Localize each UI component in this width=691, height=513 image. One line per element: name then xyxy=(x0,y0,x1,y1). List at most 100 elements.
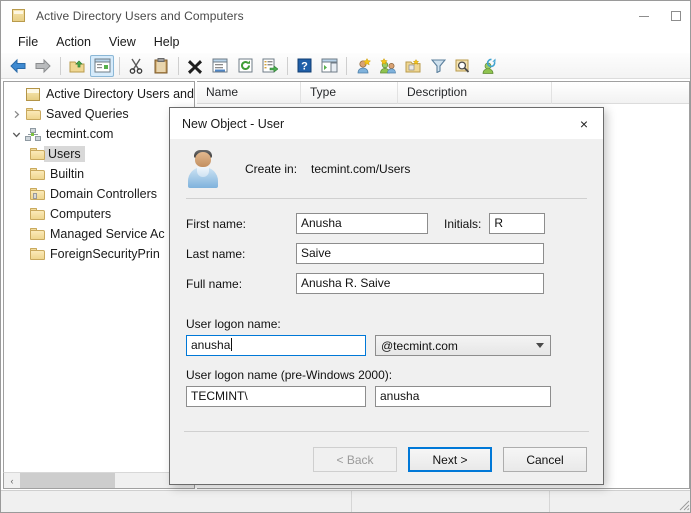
expander-none-icon xyxy=(8,86,24,102)
console-tree-pane: Active Directory Users and Com Saved Que… xyxy=(3,81,195,489)
column-header-type[interactable]: Type xyxy=(301,82,398,104)
delete-icon[interactable] xyxy=(183,55,207,77)
divider-bottom xyxy=(184,431,589,432)
tree-item-label: Saved Queries xyxy=(46,107,129,121)
first-name-input[interactable]: Anusha xyxy=(296,213,428,234)
refresh-icon[interactable] xyxy=(233,55,257,77)
window-controls xyxy=(628,1,691,31)
tree-item-label: Computers xyxy=(50,207,111,221)
cut-icon[interactable] xyxy=(124,55,148,77)
scroll-track[interactable] xyxy=(20,473,178,488)
user-avatar-icon xyxy=(186,150,220,188)
user-logon-name-input[interactable]: anusha xyxy=(186,335,366,356)
menu-bar: File Action View Help xyxy=(1,31,691,53)
new-user-icon[interactable] xyxy=(351,55,375,77)
folder-icon xyxy=(28,146,46,162)
export-list-icon[interactable] xyxy=(258,55,282,77)
forward-icon[interactable] xyxy=(31,55,55,77)
cancel-button[interactable]: Cancel xyxy=(503,447,587,472)
folder-icon xyxy=(28,166,46,182)
status-cell-2 xyxy=(352,491,550,512)
back-icon[interactable] xyxy=(6,55,30,77)
console-root-icon xyxy=(24,86,42,102)
folder-icon xyxy=(28,246,46,262)
tree-item-builtin[interactable]: Builtin xyxy=(4,164,194,184)
tree-item-foreign-security-principals[interactable]: ForeignSecurityPrin xyxy=(4,244,194,264)
initials-input[interactable]: R xyxy=(489,213,545,234)
delegate-control-icon[interactable] xyxy=(476,55,500,77)
next-button[interactable]: Next > xyxy=(408,447,492,472)
tree-item-label: Builtin xyxy=(50,167,84,181)
column-header-name[interactable]: Name xyxy=(197,82,301,104)
tree-item-managed-service-accounts[interactable]: Managed Service Ac xyxy=(4,224,194,244)
help-icon[interactable]: ? xyxy=(292,55,316,77)
resize-grip-icon[interactable] xyxy=(678,498,690,510)
tree-item-label: Domain Controllers xyxy=(50,187,157,201)
new-ou-icon[interactable] xyxy=(401,55,425,77)
clipboard-icon[interactable] xyxy=(149,55,173,77)
find-icon[interactable] xyxy=(451,55,475,77)
full-name-label: Full name: xyxy=(186,277,296,291)
back-button[interactable]: < Back xyxy=(313,447,397,472)
scroll-thumb[interactable] xyxy=(20,473,115,488)
chevron-down-icon[interactable] xyxy=(8,126,24,142)
initials-label: Initials: xyxy=(444,217,481,231)
tree-item-saved-queries[interactable]: Saved Queries xyxy=(4,104,194,124)
first-name-label: First name: xyxy=(186,217,296,231)
menu-file[interactable]: File xyxy=(9,33,47,51)
full-name-input[interactable]: Anusha R. Saive xyxy=(296,273,544,294)
tree-item-label: Active Directory Users and Com xyxy=(46,87,195,101)
dialog-buttons: < Back Next > Cancel xyxy=(313,447,587,472)
list-column-header: Name Type Description xyxy=(197,82,689,104)
tree-item-domain-controllers[interactable]: Domain Controllers xyxy=(4,184,194,204)
scroll-left-arrow-icon[interactable]: ‹ xyxy=(4,473,20,488)
chevron-right-icon[interactable] xyxy=(8,106,24,122)
console-tree: Active Directory Users and Com Saved Que… xyxy=(4,82,194,264)
up-one-level-icon[interactable] xyxy=(65,55,89,77)
tree-item-tecmint-com[interactable]: tecmint.com xyxy=(4,124,194,144)
tree-item-computers[interactable]: Computers xyxy=(4,204,194,224)
tree-item-label: Users xyxy=(44,146,85,162)
dialog-titlebar: New Object - User × xyxy=(170,108,603,140)
show-hide-console-tree-icon[interactable] xyxy=(90,55,114,77)
create-in-value: tecmint.com/Users xyxy=(311,162,410,176)
menu-action[interactable]: Action xyxy=(47,33,100,51)
new-group-icon[interactable] xyxy=(376,55,400,77)
close-icon[interactable]: × xyxy=(566,109,602,138)
window-titlebar: Active Directory Users and Computers xyxy=(1,1,691,31)
main-window: Active Directory Users and Computers Fil… xyxy=(0,0,691,513)
last-name-label: Last name: xyxy=(186,247,296,261)
window-title: Active Directory Users and Computers xyxy=(36,9,244,23)
menu-view[interactable]: View xyxy=(100,33,145,51)
last-name-input[interactable]: Saive xyxy=(296,243,544,264)
pre-windows-2000-label: User logon name (pre-Windows 2000): xyxy=(186,368,587,382)
properties-icon[interactable] xyxy=(208,55,232,77)
tree-horizontal-scrollbar[interactable]: ‹ › xyxy=(3,472,195,489)
tree-item-users[interactable]: Users xyxy=(4,144,194,164)
status-bar xyxy=(1,490,691,512)
filter-icon[interactable] xyxy=(426,55,450,77)
minimize-button[interactable] xyxy=(628,1,660,31)
upn-suffix-select[interactable]: @tecmint.com xyxy=(375,335,551,356)
toolbar-separator xyxy=(346,57,347,75)
folder-icon xyxy=(28,206,46,222)
column-header-filler xyxy=(552,82,688,104)
menu-help[interactable]: Help xyxy=(145,33,189,51)
toolbar-separator xyxy=(287,57,288,75)
show-hide-action-pane-icon[interactable] xyxy=(317,55,341,77)
status-cell-1 xyxy=(1,491,352,512)
tree-item-root[interactable]: Active Directory Users and Com xyxy=(4,84,194,104)
last-name-row: Last name: Saive xyxy=(186,243,587,264)
column-header-description[interactable]: Description xyxy=(398,82,552,104)
tree-item-label: Managed Service Ac xyxy=(50,227,165,241)
maximize-button[interactable] xyxy=(660,1,691,31)
pre-windows-2000-domain-input[interactable]: TECMINT\ xyxy=(186,386,366,407)
domain-icon xyxy=(24,126,42,142)
upn-suffix-value: @tecmint.com xyxy=(381,339,458,353)
pre-windows-2000-name-input[interactable]: anusha xyxy=(375,386,551,407)
tree-item-label: tecmint.com xyxy=(46,127,113,141)
dialog-title: New Object - User xyxy=(182,117,284,131)
dialog-form: First name: Anusha Initials: R Last name… xyxy=(170,199,603,407)
new-object-user-dialog: New Object - User × Create in: tecmint.c… xyxy=(169,107,604,485)
toolbar-separator xyxy=(178,57,179,75)
